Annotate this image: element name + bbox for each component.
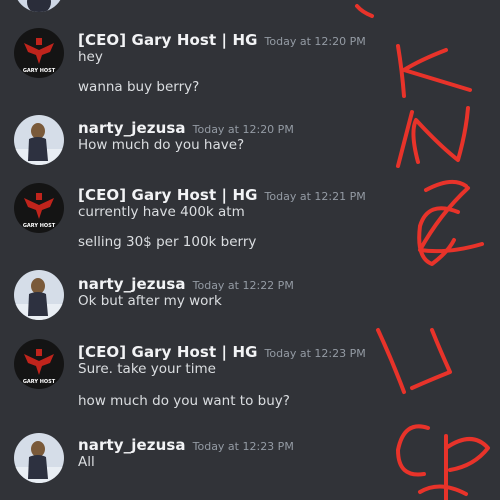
username[interactable]: [CEO] Gary Host | HG [78,31,258,49]
avatar[interactable] [14,115,64,165]
timestamp: Today at 12:22 PM [192,279,294,292]
message-text: currently have 400k atm [78,204,245,220]
message-header: [CEO] Gary Host | HG Today at 12:21 PM [78,185,366,204]
username[interactable]: narty_jezusa [78,275,186,293]
logo-text: GARY HOST [23,68,56,74]
message-text: How much do you have? [78,137,245,153]
timestamp: Today at 12:20 PM [264,35,366,48]
timestamp: Today at 12:21 PM [264,190,366,203]
timestamp: Today at 12:20 PM [192,123,294,136]
message-text: Sure. take your time [78,361,216,377]
avatar-partial[interactable] [14,0,64,12]
chat-log: GARY HOST [CEO] Gary Host | HG Today at 1… [0,0,500,500]
username[interactable]: narty_jezusa [78,119,186,137]
message-text: hey [78,49,103,65]
timestamp: Today at 12:23 PM [264,347,366,360]
username[interactable]: [CEO] Gary Host | HG [78,343,258,361]
username[interactable]: narty_jezusa [78,436,186,454]
message-header: [CEO] Gary Host | HG Today at 12:23 PM [78,342,366,361]
message-text: wanna buy berry? [78,79,200,95]
message-header: narty_jezusa Today at 12:23 PM [78,435,294,454]
message-header: [CEO] Gary Host | HG Today at 12:20 PM [78,30,366,49]
avatar[interactable] [14,433,64,483]
avatar[interactable]: GARY HOST [14,183,64,233]
username[interactable]: [CEO] Gary Host | HG [78,186,258,204]
message-text: selling 30$ per 100k berry [78,234,257,250]
avatar[interactable]: GARY HOST [14,339,64,389]
timestamp: Today at 12:23 PM [192,440,294,453]
avatar[interactable]: GARY HOST [14,28,64,78]
message-header: narty_jezusa Today at 12:22 PM [78,274,294,293]
message-header: narty_jezusa Today at 12:20 PM [78,118,294,137]
logo-text: GARY HOST [23,379,56,385]
message-text: Ok but after my work [78,293,222,309]
logo-text: GARY HOST [23,223,56,229]
message-text: All [78,454,95,470]
message-text: how much do you want to buy? [78,393,290,409]
avatar[interactable] [14,270,64,320]
